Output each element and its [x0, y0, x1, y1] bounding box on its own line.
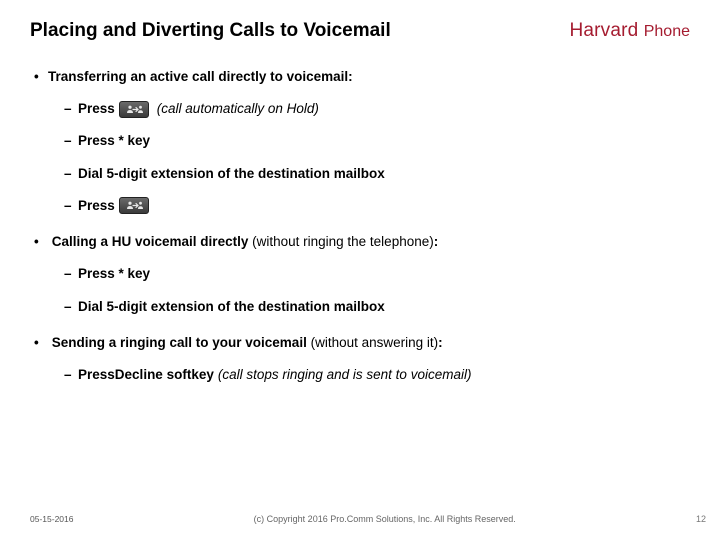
- slide-body: Transferring an active call directly to …: [0, 42, 720, 384]
- b2-pre: Calling a HU voicemail directly: [52, 234, 249, 249]
- hold-note: (call automatically on Hold): [157, 100, 319, 118]
- subbullet-press-star-1: Press * key: [30, 132, 690, 150]
- bullet-sending-ringing: Sending a ringing call to your voicemail…: [30, 334, 690, 352]
- b3a-pre: Press: [78, 366, 115, 384]
- footer-page-number: 12: [696, 514, 706, 524]
- transfer-key-icon-2: [119, 197, 149, 214]
- press-label-2: Press: [78, 197, 115, 215]
- bullet-transfer: Transferring an active call directly to …: [30, 68, 690, 86]
- footer-date: 05-15-2016: [30, 514, 73, 524]
- subbullet-dial-ext-2: Dial 5-digit extension of the destinatio…: [30, 298, 690, 316]
- b3-pre: Sending a ringing call to your voicemail: [52, 335, 307, 350]
- slide-footer: 05-15-2016 (c) Copyright 2016 Pro.Comm S…: [0, 514, 720, 524]
- b3a-note: (call stops ringing and is sent to voice…: [218, 366, 472, 384]
- bullet-calling-direct: Calling a HU voicemail directly (without…: [30, 233, 690, 251]
- brand-logo: Harvard Phone: [569, 20, 690, 42]
- b2-colon: :: [434, 234, 439, 249]
- brand-word1: Harvard: [569, 20, 638, 41]
- subbullet-press-transfer-1: Press (call automatically on Hold): [30, 100, 690, 118]
- slide-header: Placing and Diverting Calls to Voicemail…: [0, 0, 720, 42]
- transfer-key-icon: [119, 101, 149, 118]
- subbullet-decline: Press Decline softkey (call stops ringin…: [30, 366, 690, 384]
- b3-note: (without answering it): [311, 335, 439, 350]
- subbullet-dial-ext-1: Dial 5-digit extension of the destinatio…: [30, 165, 690, 183]
- footer-copyright: (c) Copyright 2016 Pro.Comm Solutions, I…: [73, 514, 696, 524]
- subbullet-press-transfer-2: Press: [30, 197, 690, 215]
- slide-title: Placing and Diverting Calls to Voicemail: [30, 20, 391, 42]
- b3-colon: :: [438, 335, 443, 350]
- subbullet-press-star-2: Press * key: [30, 265, 690, 283]
- b2-note: (without ringing the telephone): [252, 234, 434, 249]
- press-label: Press: [78, 100, 115, 118]
- brand-word2: Phone: [644, 23, 690, 40]
- b3a-bold: Decline softkey: [115, 366, 214, 384]
